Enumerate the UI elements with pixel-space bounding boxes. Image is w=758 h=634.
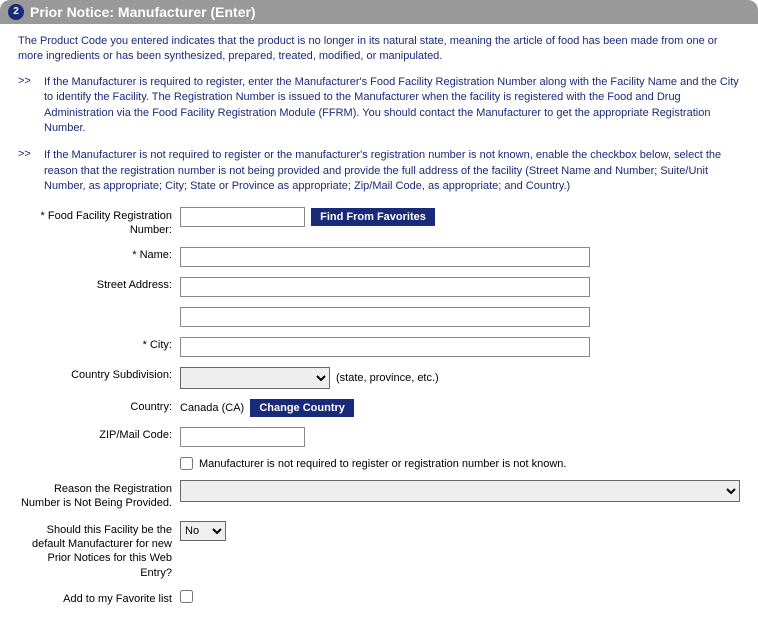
name-input[interactable]	[180, 247, 590, 267]
zip-label: ZIP/Mail Code:	[18, 427, 180, 441]
bullet-1-text: If the Manufacturer is required to regis…	[44, 75, 740, 137]
zip-input[interactable]	[180, 427, 305, 447]
subdivision-hint: (state, province, etc.)	[336, 372, 439, 384]
favorite-label: Add to my Favorite list	[18, 590, 180, 606]
bullet-2: >> If the Manufacturer is not required t…	[18, 148, 740, 194]
section-header: 2 Prior Notice: Manufacturer (Enter)	[0, 0, 758, 24]
name-label: * Name:	[18, 247, 180, 261]
country-subdivision-label: Country Subdivision:	[18, 367, 180, 381]
section-title: Prior Notice: Manufacturer (Enter)	[30, 4, 256, 20]
add-favorite-checkbox[interactable]	[180, 590, 193, 603]
street-address-2-label	[18, 307, 180, 309]
not-required-label: Manufacturer is not required to register…	[199, 458, 566, 470]
not-required-checkbox[interactable]	[180, 457, 193, 470]
street-address-label: Street Address:	[18, 277, 180, 291]
default-manufacturer-select[interactable]: No	[180, 521, 226, 541]
bullet-marker: >>	[18, 148, 44, 194]
bullet-marker: >>	[18, 75, 44, 137]
bullet-1: >> If the Manufacturer is required to re…	[18, 75, 740, 137]
default-manufacturer-label: Should this Facility be the default Manu…	[18, 521, 180, 580]
step-number-badge: 2	[8, 4, 24, 20]
street-address-1-input[interactable]	[180, 277, 590, 297]
reason-label: Reason the Registration Number is Not Be…	[18, 480, 180, 511]
registration-number-label: * Food Facility Registration Number:	[18, 207, 180, 238]
find-from-favorites-button[interactable]: Find From Favorites	[311, 208, 435, 226]
country-label: Country:	[18, 399, 180, 413]
change-country-button[interactable]: Change Country	[250, 399, 354, 417]
bullet-2-text: If the Manufacturer is not required to r…	[44, 148, 740, 194]
street-address-2-input[interactable]	[180, 307, 590, 327]
country-value: Canada (CA)	[180, 402, 244, 414]
registration-number-input[interactable]	[180, 207, 305, 227]
city-label: * City:	[18, 337, 180, 351]
country-subdivision-select[interactable]	[180, 367, 330, 389]
reason-select[interactable]	[180, 480, 740, 502]
intro-text: The Product Code you entered indicates t…	[18, 34, 740, 65]
city-input[interactable]	[180, 337, 590, 357]
